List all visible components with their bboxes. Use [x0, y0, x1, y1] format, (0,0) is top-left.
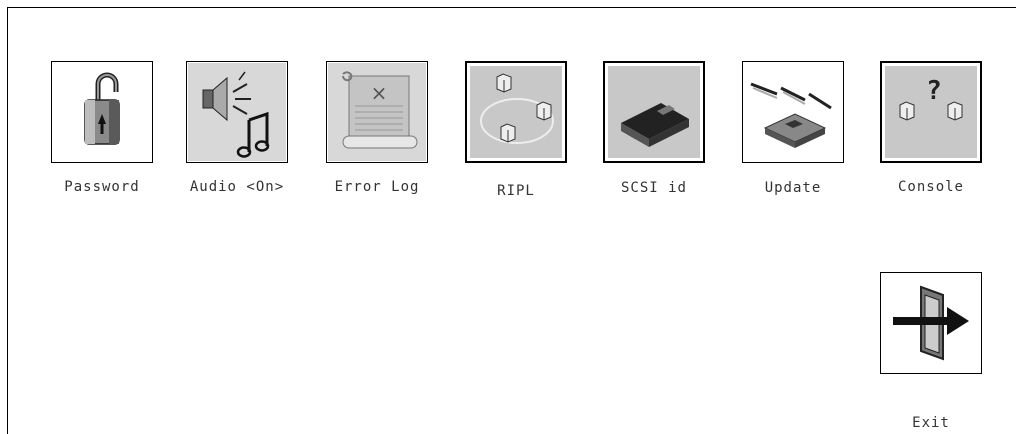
scsi-id-icon-frame[interactable]	[603, 61, 705, 163]
console-label: Console	[897, 179, 964, 195]
audio-label: Audio <On>	[189, 179, 285, 195]
svg-text:×: ×	[371, 81, 388, 105]
ripl-icon-frame[interactable]	[465, 61, 567, 163]
padlock-icon	[84, 72, 120, 145]
exit-door-icon	[893, 285, 969, 361]
svg-text:?: ?	[926, 76, 942, 106]
flash-update-icon	[750, 82, 832, 148]
password-label: Password	[64, 179, 140, 195]
network-nodes-icon	[470, 66, 562, 158]
scsi-id-button[interactable]: SCSI id	[594, 61, 714, 211]
scroll-icon: ×	[328, 63, 426, 161]
error-log-button[interactable]: × Error Log	[317, 61, 437, 211]
update-icon-frame[interactable]	[742, 61, 844, 163]
error-log-icon-frame[interactable]: ×	[326, 61, 428, 163]
scsi-id-label: SCSI id	[620, 180, 687, 196]
ripl-button[interactable]: RIPL	[456, 61, 576, 211]
exit-icon-frame[interactable]	[880, 272, 982, 374]
console-button[interactable]: ? Console	[871, 61, 991, 211]
audio-icon-frame[interactable]	[186, 61, 288, 163]
disk-drive-icon	[608, 66, 700, 158]
speaker-music-icon	[188, 63, 286, 161]
update-label: Update	[764, 180, 822, 196]
exit-button[interactable]: Exit	[871, 272, 991, 431]
audio-toggle-button[interactable]: Audio <On>	[177, 61, 297, 211]
exit-label: Exit	[912, 415, 950, 431]
update-button[interactable]: Update	[733, 61, 853, 211]
password-button[interactable]: Password	[42, 61, 162, 211]
console-icon-frame[interactable]: ?	[880, 61, 982, 163]
password-icon-frame[interactable]	[51, 61, 153, 163]
console-question-icon: ?	[885, 66, 977, 158]
error-log-label: Error Log	[334, 179, 420, 195]
ripl-label: RIPL	[497, 183, 535, 199]
